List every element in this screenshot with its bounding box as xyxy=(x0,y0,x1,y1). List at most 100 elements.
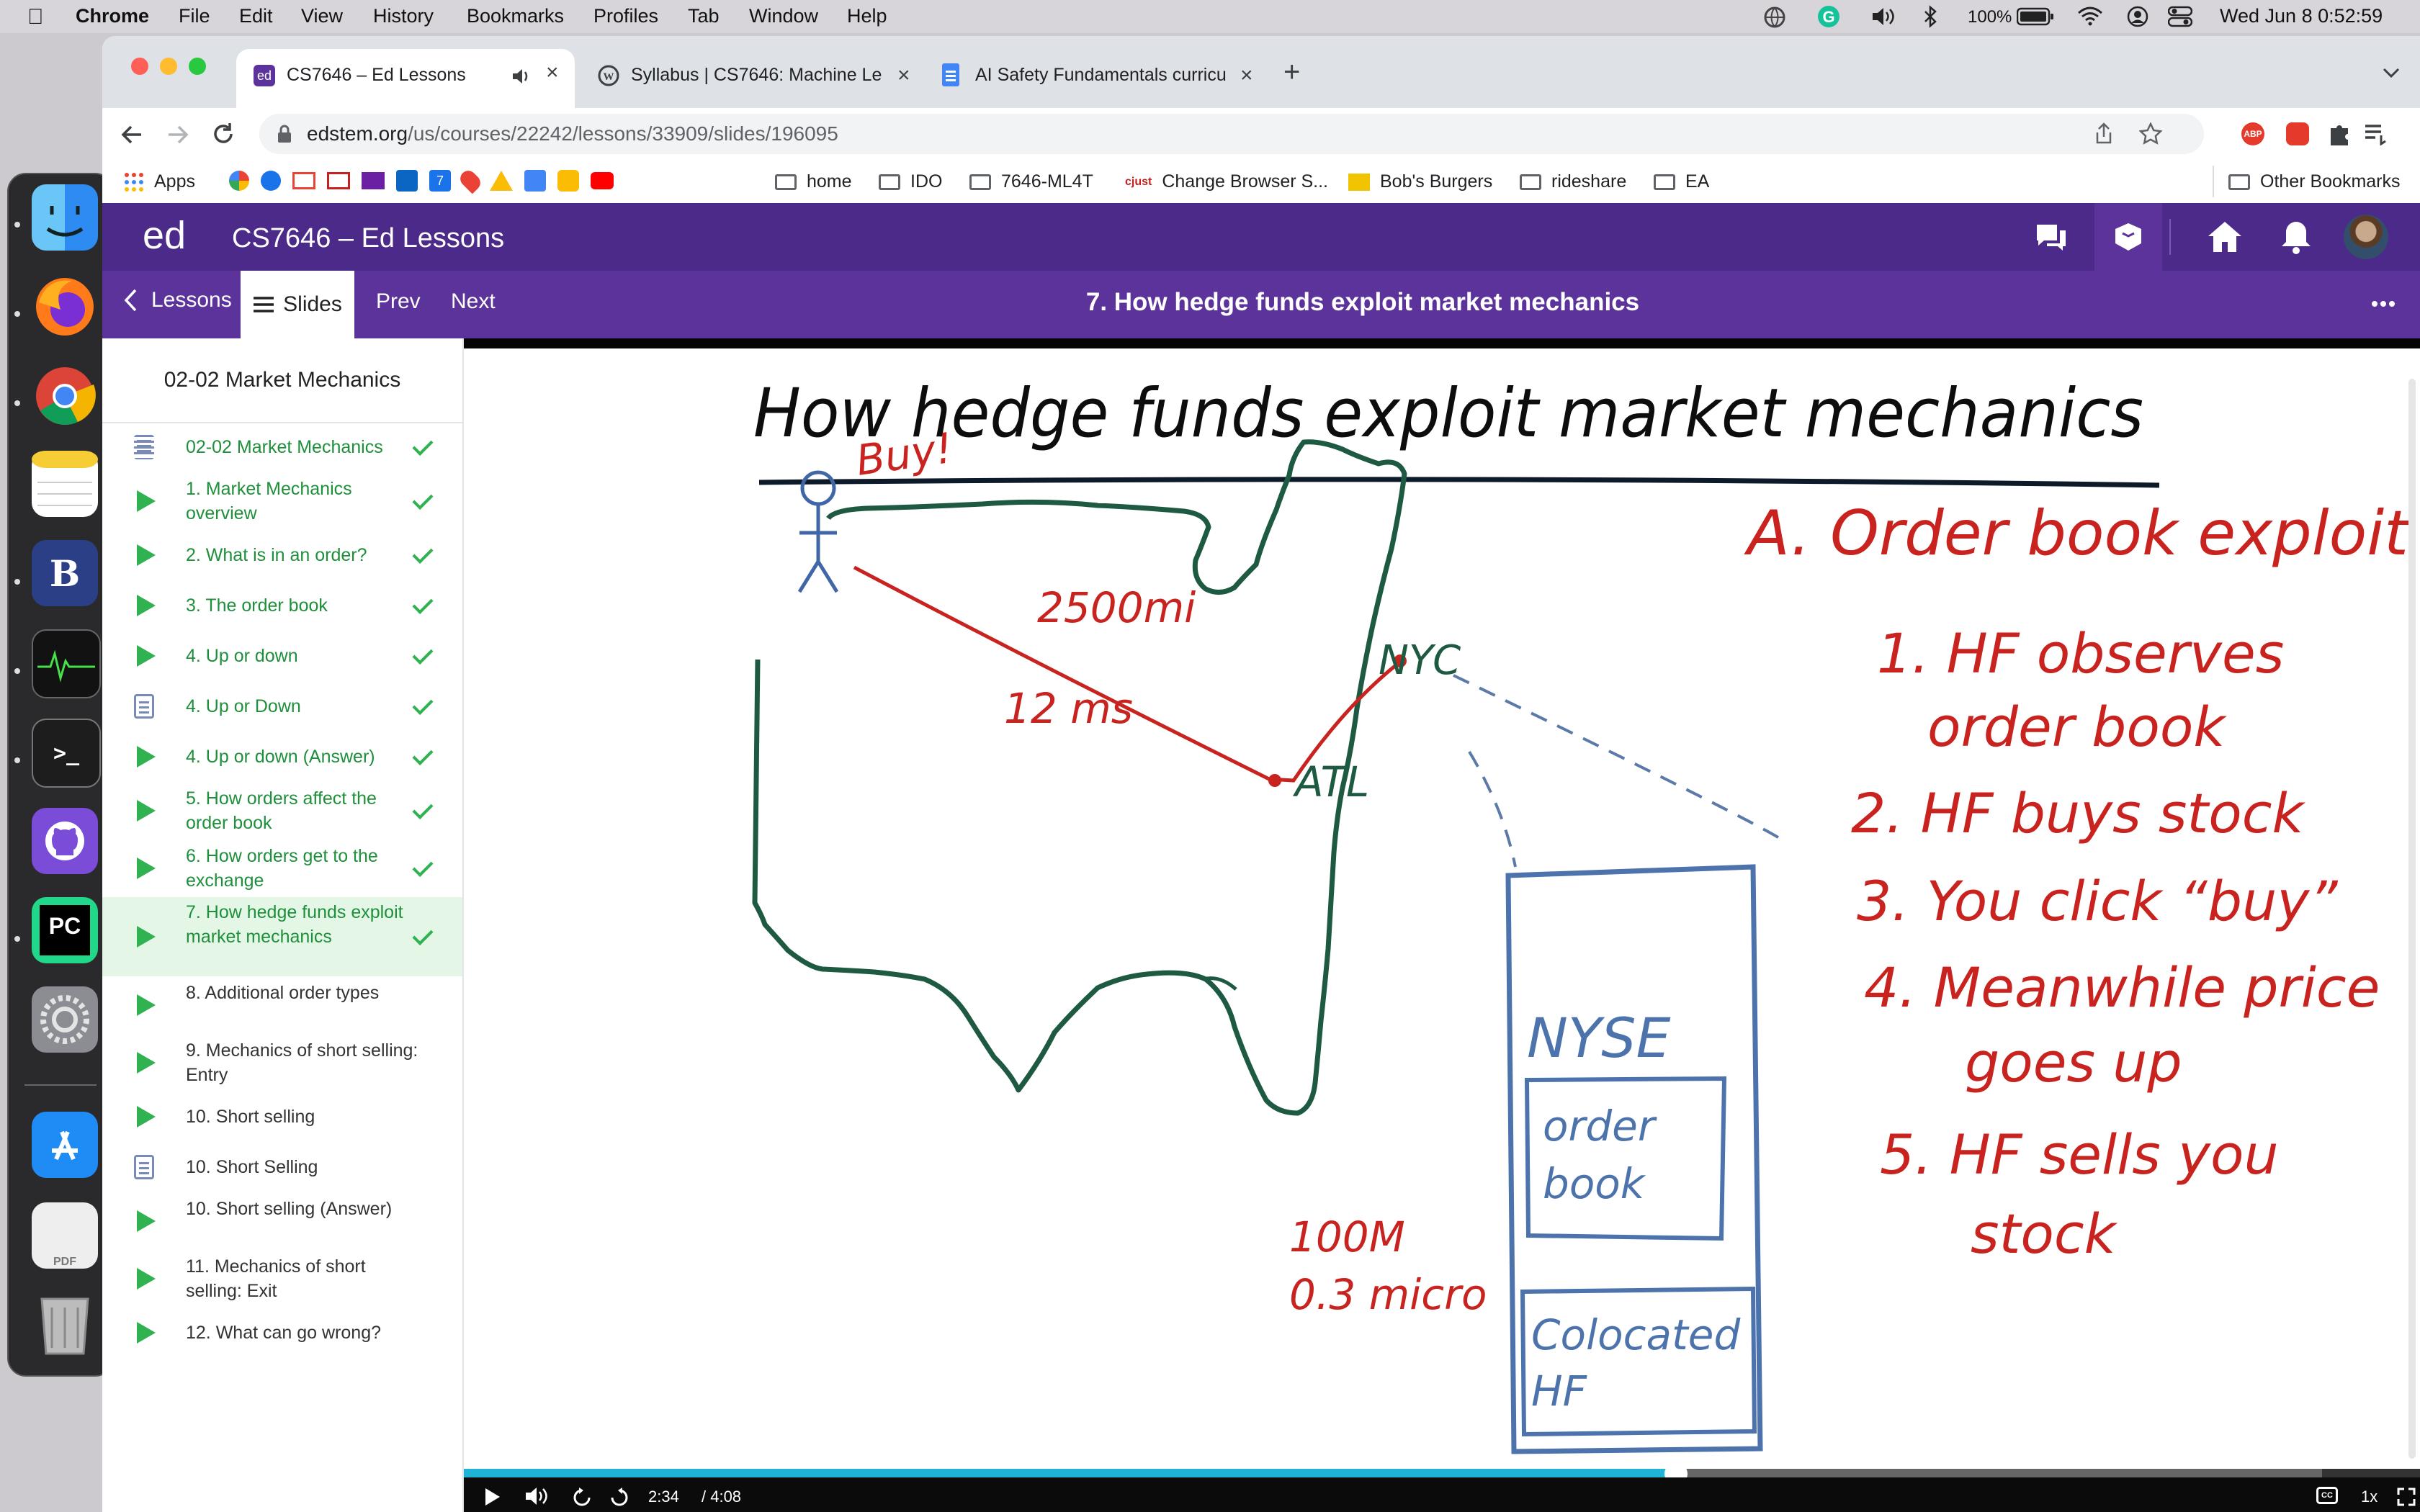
menubar-app-name[interactable]: Chrome xyxy=(76,5,149,27)
user-switch-icon[interactable] xyxy=(2127,6,2148,27)
slide-item[interactable]: 3. The order book xyxy=(102,580,462,631)
share-icon[interactable] xyxy=(2093,122,2115,145)
prev-button[interactable]: Prev xyxy=(376,289,421,314)
bbedit-icon[interactable]: B xyxy=(32,540,98,606)
tab-close-icon[interactable]: × xyxy=(546,60,559,85)
bookmark-ido[interactable]: IDO xyxy=(879,171,942,192)
extensions-puzzle-icon[interactable] xyxy=(2326,121,2352,147)
bookmark-home[interactable]: home xyxy=(775,171,852,192)
slide-item[interactable]: 7. How hedge funds exploit market mechan… xyxy=(102,897,462,976)
ed-logo[interactable]: ed xyxy=(143,213,186,258)
bookmark-7646[interactable]: 7646-ML4T xyxy=(969,171,1093,192)
slide-item[interactable]: 12. What can go wrong? xyxy=(102,1308,462,1358)
system-preferences-icon[interactable] xyxy=(32,986,98,1053)
yahoo-mail-icon[interactable] xyxy=(362,172,385,189)
menu-edit[interactable]: Edit xyxy=(239,5,273,27)
slide-item[interactable]: 4. Up or down xyxy=(102,631,462,681)
tab-audio-icon[interactable] xyxy=(511,68,532,85)
bookmark-bobs-burgers[interactable]: Bob's Burgers xyxy=(1348,171,1492,192)
rewind-icon[interactable] xyxy=(572,1488,592,1506)
fast-forward-icon[interactable] xyxy=(609,1488,629,1506)
slide-item[interactable]: 2. What is in an order? xyxy=(102,530,462,580)
notifications-bell-icon[interactable] xyxy=(2280,219,2312,255)
grammarly-icon[interactable]: G xyxy=(1816,4,1841,29)
bookmark-ea[interactable]: EA xyxy=(1654,171,1709,192)
slide-item[interactable]: 1. Market Mechanics overview xyxy=(102,472,462,530)
bookmark-change-browser[interactable]: cjust Change Browser S... xyxy=(1125,171,1328,192)
bluetooth-icon[interactable] xyxy=(1923,5,1939,28)
menu-window[interactable]: Window xyxy=(749,5,818,27)
volume-icon[interactable] xyxy=(1871,6,1897,27)
bookmark-apps[interactable]: Apps xyxy=(124,171,195,192)
menu-tab[interactable]: Tab xyxy=(688,5,720,27)
back-arrow-icon[interactable] xyxy=(120,122,144,147)
tab-ai-safety-close-icon[interactable]: × xyxy=(1240,63,1253,88)
menu-bookmarks[interactable]: Bookmarks xyxy=(467,5,564,27)
adblock-plus-icon[interactable]: ABP xyxy=(2241,122,2264,145)
play-icon[interactable] xyxy=(484,1487,501,1507)
tab-ed-lessons[interactable]: ed CS7646 – Ed Lessons × xyxy=(236,49,575,108)
more-options-icon[interactable] xyxy=(2371,300,2396,308)
captions-icon[interactable]: CC xyxy=(2316,1487,2338,1504)
course-title[interactable]: CS7646 – Ed Lessons xyxy=(232,223,504,254)
calendar-icon[interactable]: 7 xyxy=(429,170,451,192)
app-store-icon[interactable] xyxy=(32,1112,98,1178)
menu-help[interactable]: Help xyxy=(847,5,887,27)
new-tab-button[interactable]: + xyxy=(1283,58,1300,86)
tab-search-chevron-icon[interactable] xyxy=(2381,66,2401,79)
notes-icon[interactable] xyxy=(32,451,98,517)
slide-item[interactable]: 4. Up or Down xyxy=(102,681,462,732)
forward-arrow-icon[interactable] xyxy=(166,122,190,147)
drive-icon[interactable] xyxy=(490,171,513,191)
bookmark-other[interactable]: Other Bookmarks xyxy=(2228,171,2401,192)
lock-icon[interactable] xyxy=(277,125,292,143)
slide-item[interactable]: 4. Up or down (Answer) xyxy=(102,732,462,782)
window-close-button[interactable] xyxy=(131,58,148,75)
user-avatar[interactable] xyxy=(2344,215,2388,259)
control-center-icon[interactable] xyxy=(2168,6,2192,27)
slide-item[interactable]: 02-02 Market Mechanics xyxy=(102,422,462,472)
lessons-tab[interactable] xyxy=(2094,203,2162,271)
slide-item[interactable]: 5. How orders affect the order book xyxy=(102,782,462,840)
reload-icon[interactable] xyxy=(210,121,236,147)
slide-item[interactable]: 10. Short Selling xyxy=(102,1142,462,1192)
activity-monitor-icon[interactable] xyxy=(32,629,101,698)
window-zoom-button[interactable] xyxy=(189,58,206,75)
outlook-icon[interactable] xyxy=(396,170,418,192)
finder-icon[interactable] xyxy=(32,184,98,251)
bookmark-star-icon[interactable] xyxy=(2139,122,2162,145)
slide-item[interactable]: 6. How orders get to the exchange xyxy=(102,840,462,897)
wifi-icon[interactable] xyxy=(2077,6,2103,26)
pycharm-icon[interactable]: PC xyxy=(32,897,98,963)
fullscreen-icon[interactable] xyxy=(2397,1488,2416,1506)
tab-syllabus[interactable]: W Syllabus | CS7646: Machine Le xyxy=(581,49,922,108)
slide-item[interactable]: 10. Short selling xyxy=(102,1092,462,1142)
chrome-icon[interactable] xyxy=(32,363,98,429)
playback-speed[interactable]: 1x xyxy=(2361,1488,2378,1506)
video-player[interactable]: How hedge funds exploit market mechanics… xyxy=(464,338,2420,1512)
reading-list-icon[interactable] xyxy=(2364,122,2388,145)
maps-pin-icon[interactable] xyxy=(457,167,484,194)
pdf-document-icon[interactable]: PDF xyxy=(32,1202,98,1269)
firefox-icon[interactable] xyxy=(32,274,98,340)
trash-icon[interactable] xyxy=(32,1290,98,1356)
slide-item[interactable]: 10. Short selling (Answer) xyxy=(102,1192,462,1250)
vpn-globe-icon[interactable] xyxy=(1763,6,1786,29)
slides-toggle-button[interactable]: Slides xyxy=(241,271,354,338)
lessons-back-button[interactable]: Lessons xyxy=(122,288,232,312)
menu-view[interactable]: View xyxy=(301,5,343,27)
translate-icon[interactable] xyxy=(524,170,546,192)
menubar-clock[interactable]: Wed Jun 8 0:52:59 xyxy=(2220,5,2383,27)
battery-icon[interactable] xyxy=(2017,7,2054,26)
gmail-icon[interactable] xyxy=(327,172,350,189)
youtube-icon[interactable] xyxy=(591,172,614,189)
menu-file[interactable]: File xyxy=(179,5,210,27)
keep-icon[interactable] xyxy=(557,170,579,192)
volume-icon[interactable] xyxy=(524,1486,549,1506)
home-icon[interactable] xyxy=(2207,220,2243,253)
terminal-icon[interactable]: >_ xyxy=(32,719,101,788)
window-minimize-button[interactable] xyxy=(160,58,177,75)
apple-icon[interactable]:  xyxy=(27,5,44,30)
github-desktop-icon[interactable] xyxy=(32,808,98,874)
bookmark-rideshare[interactable]: rideshare xyxy=(1520,171,1626,192)
